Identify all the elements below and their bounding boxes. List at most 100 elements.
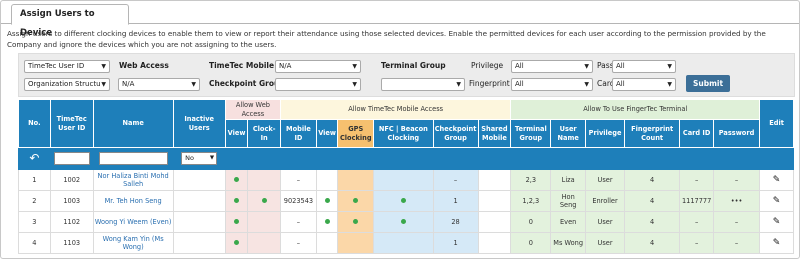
cell-password: – <box>713 169 761 191</box>
cell-shared-mobile <box>477 190 512 212</box>
cell-fp-count: 4 <box>623 190 681 212</box>
cell-card-id: – <box>679 169 715 191</box>
password-select[interactable]: All ▼ <box>612 60 676 73</box>
enabled-dot-icon <box>324 197 330 203</box>
cell-nfc <box>373 232 434 254</box>
mobile-label: TimeTec Mobile <box>209 61 275 70</box>
filter-panel: TimeTec User ID ▼ Organization Structu ▼ W… <box>18 53 795 97</box>
cell-card-id: – <box>679 232 715 254</box>
terminal-group-select[interactable]: ▼ <box>381 78 465 91</box>
cell-checkpoint: 28 <box>432 211 479 233</box>
col-edit: Edit <box>759 99 794 148</box>
cell-inactive <box>172 211 226 233</box>
col-web-view: View <box>224 119 249 148</box>
cell-edit: ✎ <box>759 211 794 233</box>
checkpoint-select[interactable]: ▼ <box>275 78 361 91</box>
enabled-dot-icon <box>261 197 267 203</box>
card-select[interactable]: All ▼ <box>612 78 676 91</box>
chevron-down-icon: ▼ <box>191 81 196 88</box>
col-nfc-beacon: NFC | Beacon Clocking <box>373 119 434 148</box>
cell-terminal-group: 0 <box>510 232 552 254</box>
cell-nfc <box>373 190 434 212</box>
fingerprint-select[interactable]: All ▼ <box>511 78 593 91</box>
filter-row: ↶ No ▼ <box>18 147 794 170</box>
org-structure-select[interactable]: Organization Structu ▼ <box>24 78 110 91</box>
chevron-down-icon: ▼ <box>667 81 672 88</box>
fingerprint-value: All <box>515 80 524 88</box>
chevron-down-icon: ▼ <box>584 63 589 70</box>
cell-name-link[interactable]: Woong Yi Weem (Even) <box>92 211 174 233</box>
cell-fp-count: 4 <box>623 169 681 191</box>
col-mobile-id: Mobile ID <box>280 119 317 148</box>
cell-web-view <box>224 190 249 212</box>
cell-checkpoint: 1 <box>432 190 479 212</box>
enabled-dot-icon <box>234 176 240 182</box>
col-no: No. <box>18 99 51 148</box>
cell-inactive <box>172 169 226 191</box>
privilege-select[interactable]: All ▼ <box>511 60 593 73</box>
cell-user-id: 1003 <box>49 190 94 212</box>
cell-web-clock-in <box>247 211 282 233</box>
table-body: ↶ No ▼ 1 1002 Nor Haliza Binti Mohd Salleh –… <box>18 147 794 254</box>
cell-user-name: Even <box>550 211 587 233</box>
cell-terminal-group: 0 <box>510 211 552 233</box>
cell-privilege: User <box>585 169 625 191</box>
cell-terminal-group: 1,2,3 <box>510 190 552 212</box>
user-id-filter-input[interactable] <box>53 152 90 165</box>
tab-bar: Assign Users to Device <box>1 1 799 38</box>
cell-gps <box>337 232 375 254</box>
chevron-down-icon: ▼ <box>584 81 589 88</box>
pencil-icon[interactable]: ✎ <box>773 238 781 248</box>
enabled-dot-icon <box>353 197 359 203</box>
web-access-select[interactable]: N/A ▼ <box>118 78 200 91</box>
group-allow-fingertec: Allow To Use FingerTec Terminal <box>510 99 761 120</box>
group-allow-mobile: Allow TimeTec Mobile Access <box>280 99 512 120</box>
undo-icon[interactable]: ↶ <box>29 151 39 165</box>
col-fp-count: Fingerprint Count <box>623 119 681 148</box>
cell-name-link[interactable]: Nor Haliza Binti Mohd Salleh <box>92 169 174 191</box>
chevron-down-icon: ▼ <box>667 63 672 70</box>
cell-no: 3 <box>18 211 51 233</box>
terminal-group-label: Terminal Group <box>381 61 446 70</box>
cell-shared-mobile <box>477 169 512 191</box>
cell-gps <box>337 190 375 212</box>
cell-fp-count: 4 <box>623 211 681 233</box>
assign-users-panel: Assign Users to Device Assign users to d… <box>0 0 800 259</box>
enabled-dot-icon <box>400 218 406 224</box>
cell-name-link[interactable]: Wong Kam Yin (Ms Wong) <box>92 232 174 254</box>
cell-mobile-id: 9023543 <box>280 190 317 212</box>
cell-password: – <box>713 211 761 233</box>
col-mobile-view: View <box>315 119 339 148</box>
cell-mobile-view <box>315 232 339 254</box>
col-password: Password <box>713 119 761 148</box>
cell-checkpoint: 1 <box>432 232 479 254</box>
group-allow-web: Allow Web Access <box>224 99 282 120</box>
table-row: 1 1002 Nor Haliza Binti Mohd Salleh – –2,3 Li… <box>18 169 794 191</box>
privilege-label: Privilege <box>471 61 504 70</box>
cell-mobile-view <box>315 211 339 233</box>
cell-privilege: User <box>585 232 625 254</box>
cell-mobile-view <box>315 169 339 191</box>
pencil-icon[interactable]: ✎ <box>773 196 781 206</box>
cell-name-link[interactable]: Mr. Teh Hon Seng <box>92 190 174 212</box>
cell-inactive <box>172 190 226 212</box>
pencil-icon[interactable]: ✎ <box>773 217 781 227</box>
submit-button[interactable]: Submit <box>686 75 730 92</box>
enabled-dot-icon <box>400 197 406 203</box>
col-user-id: TimeTec User ID <box>49 99 94 148</box>
tab-assign-users[interactable]: Assign Users to Device <box>11 4 129 38</box>
inactive-filter-select[interactable]: No ▼ <box>181 152 218 165</box>
id-type-select[interactable]: TimeTec User ID ▼ <box>24 60 110 73</box>
cell-web-clock-in <box>247 190 282 212</box>
table-row: 4 1103 Wong Kam Yin (Ms Wong) –1 0 Ms Wong Use… <box>18 232 794 254</box>
col-name: Name <box>92 99 174 148</box>
cell-web-view <box>224 169 249 191</box>
cell-password: – <box>713 232 761 254</box>
id-type-value: TimeTec User ID <box>28 62 85 70</box>
cell-mobile-id: – <box>280 232 317 254</box>
users-table-wrap: No. TimeTec User ID Name Inactive Users … <box>18 99 794 258</box>
name-filter-input[interactable] <box>98 152 168 165</box>
pencil-icon[interactable]: ✎ <box>773 175 781 185</box>
mobile-select[interactable]: N/A ▼ <box>275 60 361 73</box>
enabled-dot-icon <box>324 218 330 224</box>
